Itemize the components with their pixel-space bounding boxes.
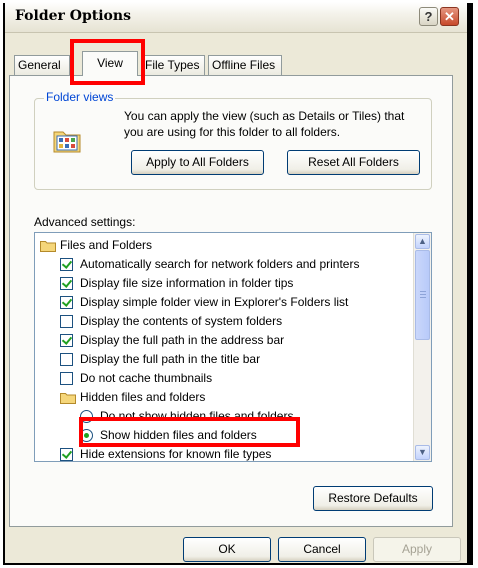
window-title: Folder Options xyxy=(15,8,131,24)
help-icon[interactable]: ? xyxy=(419,7,438,26)
checkbox[interactable] xyxy=(60,315,73,328)
scroll-down-icon[interactable]: ▼ xyxy=(415,445,430,460)
checkbox[interactable] xyxy=(60,296,73,309)
close-icon[interactable]: ✕ xyxy=(440,7,459,26)
ok-button[interactable]: OK xyxy=(183,537,271,562)
reset-all-folders-button[interactable]: Reset All Folders xyxy=(287,150,420,175)
tab-general[interactable]: General xyxy=(14,55,70,75)
apply-button: Apply xyxy=(373,537,461,562)
checkbox[interactable] xyxy=(60,353,73,366)
title-bar[interactable]: Folder Options ? ✕ xyxy=(5,2,467,33)
checkbox[interactable] xyxy=(60,334,73,347)
checkbox[interactable] xyxy=(60,372,73,385)
scroll-thumb[interactable] xyxy=(415,250,430,340)
folder-view-icon xyxy=(53,131,81,153)
folder-views-label: Folder views xyxy=(44,90,116,104)
tab-file-types[interactable]: File Types xyxy=(141,55,205,75)
radio-button[interactable] xyxy=(80,429,93,442)
apply-to-all-folders-button[interactable]: Apply to All Folders xyxy=(131,150,264,175)
folder-icon xyxy=(40,241,56,252)
scroll-up-icon[interactable]: ▲ xyxy=(415,234,430,249)
checkbox[interactable] xyxy=(60,277,73,290)
cancel-button[interactable]: Cancel xyxy=(278,537,366,562)
tab-offline-files[interactable]: Offline Files xyxy=(208,55,282,75)
radio-button[interactable] xyxy=(80,410,93,423)
advanced-settings-label: Advanced settings: xyxy=(34,215,136,229)
folder-icon xyxy=(60,393,76,404)
vertical-scrollbar[interactable]: ▲ ▼ xyxy=(413,233,431,461)
checkbox[interactable] xyxy=(60,258,73,271)
checkbox[interactable] xyxy=(60,448,73,461)
advanced-settings-list[interactable]: Files and Folders Automatically search f… xyxy=(34,232,432,462)
tab-view[interactable]: View xyxy=(82,51,138,76)
folder-views-description: You can apply the view (such as Details … xyxy=(124,109,405,139)
restore-defaults-button[interactable]: Restore Defaults xyxy=(313,486,433,511)
